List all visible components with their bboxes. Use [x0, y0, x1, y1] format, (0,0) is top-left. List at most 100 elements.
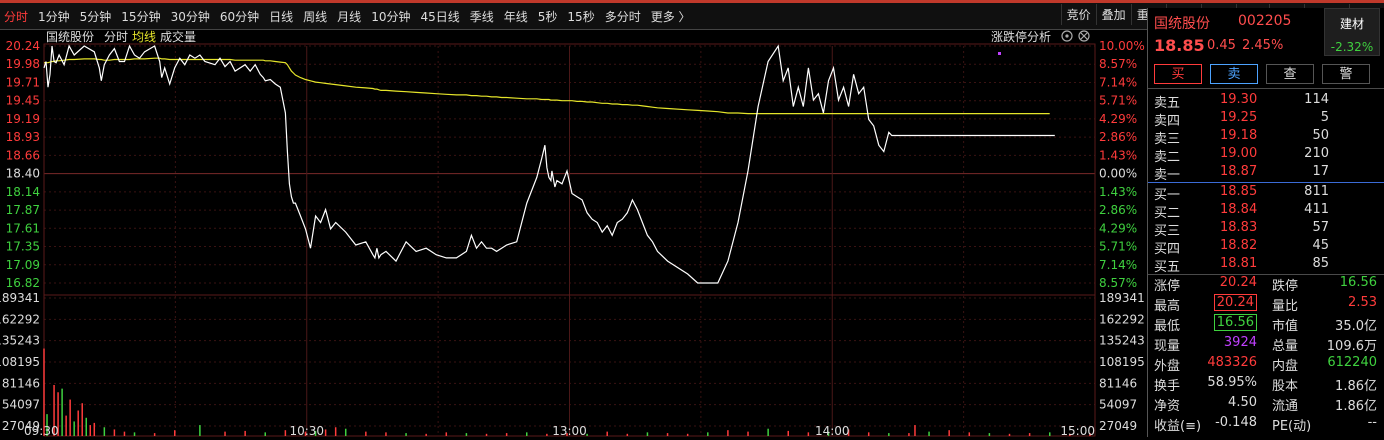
intraday-chart-area: 20.24 19.98 19.71 19.45 19.19 18.93 18.66 18.40…	[0, 29, 1147, 438]
period-tab[interactable]: 季线	[470, 8, 494, 25]
current-tick-marker	[998, 52, 1001, 55]
gear-icon[interactable]	[1061, 30, 1073, 42]
price-tick-label: 18.14	[6, 185, 40, 199]
close-icon[interactable]	[1078, 30, 1090, 42]
chart-mode-label: 分时	[104, 30, 128, 44]
period-tab[interactable]: 周线	[303, 8, 327, 25]
order-volume: 114	[1304, 92, 1329, 107]
order-row[interactable]: 卖一 18.87 17	[1148, 164, 1384, 183]
volume-tick-label: 189341	[1099, 291, 1145, 305]
period-tab[interactable]: 更多 〉	[651, 8, 691, 25]
period-tab[interactable]: 1分钟	[38, 8, 70, 25]
price-tick-label: 18.40	[6, 167, 40, 181]
order-row[interactable]: 买三 18.83 57	[1148, 220, 1384, 239]
sector-badge[interactable]: 建材 -2.32%	[1324, 8, 1380, 56]
stat-value: 16.56	[1339, 275, 1377, 290]
order-price: 19.00	[1220, 146, 1258, 161]
order-label: 卖二	[1154, 150, 1181, 165]
buy-button[interactable]: 买	[1154, 64, 1202, 84]
period-tab[interactable]: 年线	[504, 8, 528, 25]
order-row[interactable]: 卖五 19.30 114	[1148, 92, 1384, 111]
sell-button[interactable]: 卖	[1210, 64, 1258, 84]
stat-row: 涨停 20.24 跌停 16.56	[1148, 275, 1384, 295]
period-tab[interactable]: 15秒	[567, 8, 594, 25]
period-tab[interactable]: 15分钟	[121, 8, 160, 25]
period-tab[interactable]: 45日线	[420, 8, 459, 25]
price-tick-label: 19.71	[6, 75, 40, 89]
period-tab[interactable]: 30分钟	[171, 8, 210, 25]
order-volume: 57	[1312, 220, 1329, 235]
order-volume: 85	[1312, 256, 1329, 271]
order-row[interactable]: 卖三 19.18 50	[1148, 128, 1384, 147]
stat-value: 35.0亿	[1335, 319, 1377, 334]
price-tick-label: 17.09	[6, 258, 40, 272]
stat-label: 市值	[1272, 319, 1299, 334]
alert-button[interactable]: 警	[1322, 64, 1370, 84]
order-volume: 210	[1304, 146, 1329, 161]
volume-tick-label: 162292	[0, 312, 40, 326]
stat-value-boxed: 16.56	[1213, 314, 1257, 331]
price-lines	[43, 44, 1055, 284]
limit-analysis-link[interactable]: 涨跌停分析	[991, 29, 1051, 44]
period-tab[interactable]: 60分钟	[220, 8, 259, 25]
price-tick-label: 17.35	[6, 240, 40, 254]
period-tab[interactable]: 多分时	[605, 8, 641, 25]
time-label: 15:00	[1060, 424, 1095, 437]
stock-code: 002205	[1238, 13, 1292, 29]
chart-grid	[43, 43, 1096, 437]
stat-label: PE(动)	[1272, 419, 1312, 434]
volume-tick-label: 108195	[0, 355, 40, 369]
price-tick-label: 16.82	[6, 276, 40, 290]
stat-row: 换手 58.95% 股本 1.86亿	[1148, 375, 1384, 395]
stock-price: 18.85	[1154, 36, 1205, 55]
period-tab[interactable]: 5分钟	[80, 8, 112, 25]
percent-tick-label: 10.00%	[1099, 39, 1145, 53]
percent-tick-label: 8.57%	[1099, 276, 1137, 290]
order-price: 18.85	[1220, 184, 1258, 199]
stock-stats: 涨停 20.24 跌停 16.56 最高 20.24 量比 2.53 最低 16.56 市值 35.0…	[1148, 275, 1384, 435]
order-row[interactable]: 买五 18.81 85	[1148, 256, 1384, 275]
stat-label: 量比	[1272, 299, 1299, 314]
tool-button[interactable]: 叠加	[1095, 4, 1131, 25]
order-row[interactable]: 买四 18.82 45	[1148, 238, 1384, 257]
percent-tick-label: 0.00%	[1099, 167, 1137, 181]
percent-tick-label: 4.29%	[1099, 112, 1137, 126]
stat-value: 4.50	[1228, 395, 1257, 410]
stat-value: 20.24	[1213, 294, 1257, 311]
order-row[interactable]: 买一 18.85 811	[1148, 184, 1384, 203]
order-row[interactable]: 卖二 19.00 210	[1148, 146, 1384, 165]
stock-change: 0.45	[1207, 38, 1236, 53]
stat-value: 16.56	[1213, 314, 1257, 331]
stat-label: 最低	[1154, 319, 1181, 334]
order-row[interactable]: 买二 18.84 411	[1148, 202, 1384, 221]
period-tab[interactable]: 5秒	[538, 8, 558, 25]
stock-name: 国统股份	[1154, 16, 1210, 32]
trade-buttons: 买 卖 查 警	[1154, 64, 1378, 84]
tool-button[interactable]: 竞价	[1060, 4, 1096, 25]
stat-value: 20.24	[1219, 275, 1257, 290]
stat-value: 1.86亿	[1335, 399, 1377, 414]
intraday-chart[interactable]: 20.24 19.98 19.71 19.45 19.19 18.93 18.66 18.40…	[0, 29, 1147, 438]
time-label: 10:30	[289, 424, 324, 437]
order-price: 18.82	[1220, 238, 1258, 253]
chart-stock-name: 国统股份	[46, 30, 94, 44]
volume-label[interactable]: 成交量	[160, 29, 196, 44]
stat-value: 2.53	[1348, 295, 1377, 310]
query-button[interactable]: 查	[1266, 64, 1314, 84]
order-row[interactable]: 卖四 19.25 5	[1148, 110, 1384, 129]
stat-row: 现量 3924 总量 109.6万	[1148, 335, 1384, 355]
time-label: 13:00	[552, 424, 587, 437]
average-price-line	[44, 57, 1050, 115]
stat-row: 最低 16.56 市值 35.0亿	[1148, 314, 1384, 335]
period-tab[interactable]: 日线	[269, 8, 293, 25]
stat-label: 跌停	[1272, 279, 1299, 294]
period-tab[interactable]: 10分钟	[371, 8, 410, 25]
period-tab[interactable]: 分时	[4, 8, 28, 25]
period-tab[interactable]: 月线	[337, 8, 361, 25]
price-tick-label: 18.93	[6, 130, 40, 144]
order-label: 买四	[1154, 242, 1181, 257]
avg-line-label[interactable]: 均线	[132, 30, 156, 44]
price-line	[43, 44, 1055, 284]
stat-value: --	[1367, 415, 1377, 430]
percent-tick-label: 7.14%	[1099, 75, 1137, 89]
